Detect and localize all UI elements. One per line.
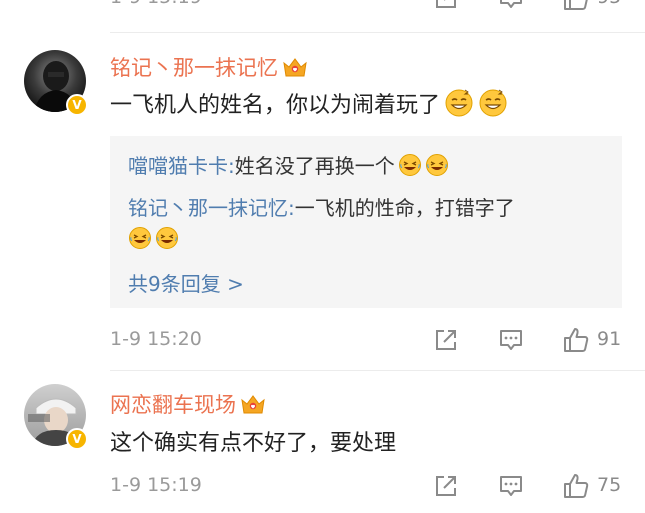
comment-time: 1-9 15:19 [110,474,202,496]
grin-emoji-icon [478,88,508,118]
reply-text: 一飞机的性命，打错字了 [294,196,515,220]
top-meta-row: 1-9 15:19 95 [0,0,645,18]
like-icon[interactable] [562,326,590,354]
comment-time: 1-9 15:19 [110,0,202,8]
divider [110,370,645,371]
like-icon[interactable] [562,472,590,500]
divider [110,32,645,33]
comment-icon[interactable] [497,326,525,354]
share-icon[interactable] [432,0,460,12]
laugh-emoji-icon [398,153,422,177]
like-count: 95 [597,0,621,8]
reply-username[interactable]: 噹噹猫卡卡: [128,150,235,179]
verified-badge-icon: V [66,94,88,116]
reply-item: 噹噹猫卡卡: 姓名没了再换一个 [128,150,449,179]
comment-icon[interactable] [497,0,525,12]
more-replies-link[interactable]: 共9条回复 > [128,268,244,297]
laugh-emoji-icon [128,226,152,250]
share-icon[interactable] [432,326,460,354]
comment-icon[interactable] [497,472,525,500]
reply-box: 噹噹猫卡卡: 姓名没了再换一个 铭记丶那一抹记忆: 一飞机的性命，打错字了 共9… [110,136,622,308]
like-icon[interactable] [562,0,590,12]
crown-badge-icon [282,56,308,78]
comment-text-content: 一飞机人的姓名，你以为闹着玩了 [110,93,441,118]
reply-text: 姓名没了再换一个 [234,154,395,178]
reply-emoji-line [128,226,179,250]
laugh-emoji-icon [155,226,179,250]
username[interactable]: 铭记丶那一抹记忆 [110,52,308,82]
verified-badge-icon: V [66,428,88,450]
username-text[interactable]: 网恋翻车现场 [110,389,236,419]
laugh-emoji-icon [425,153,449,177]
comment-time: 1-9 15:20 [110,328,202,350]
username-text[interactable]: 铭记丶那一抹记忆 [110,52,278,82]
reply-item: 铭记丶那一抹记忆: 一飞机的性命，打错字了 [128,192,515,221]
grin-emoji-icon [444,88,474,118]
comment-text: 这个确实有点不好了，要处理 [110,424,396,458]
username[interactable]: 网恋翻车现场 [110,389,266,419]
comment-text: 一飞机人的姓名，你以为闹着玩了 [110,86,508,120]
comment-meta-row: 1-9 15:20 91 [0,322,645,362]
crown-badge-icon [240,393,266,415]
like-count: 75 [597,474,622,496]
reply-username[interactable]: 铭记丶那一抹记忆: [128,192,295,221]
comment-meta-row: 1-9 15:19 75 [0,468,645,508]
comment-text-content: 这个确实有点不好了，要处理 [110,431,397,456]
share-icon[interactable] [432,472,460,500]
like-count: 91 [597,328,622,350]
